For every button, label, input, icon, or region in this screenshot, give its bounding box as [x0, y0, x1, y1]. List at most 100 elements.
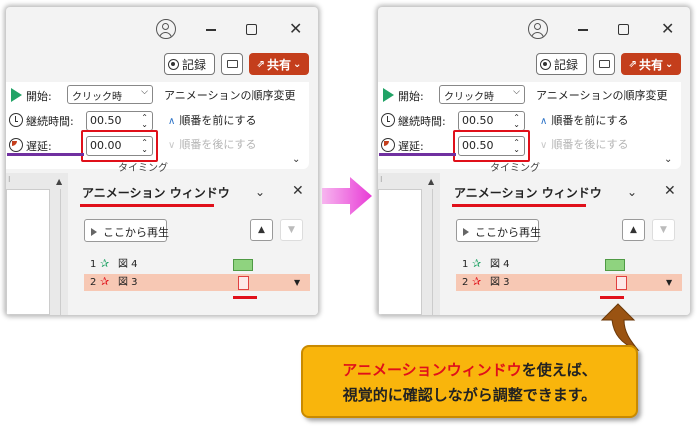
minimize-icon[interactable]: [206, 29, 216, 31]
close-icon[interactable]: ✕: [661, 21, 674, 37]
play-from-button[interactable]: ここから再生: [456, 219, 541, 242]
move-earlier-label: 順番を前にする: [179, 114, 257, 127]
scroll-up-icon[interactable]: ▲: [428, 177, 434, 186]
delay-label: 遅延:: [398, 140, 424, 153]
close-pane-icon[interactable]: ✕: [292, 183, 304, 199]
move-down-button[interactable]: ▼: [280, 219, 303, 241]
start-play-icon: [11, 88, 22, 102]
record-button[interactable]: 記録: [536, 53, 587, 75]
delay-underline: [379, 153, 456, 156]
chevron-down-icon[interactable]: ▼: [294, 274, 300, 291]
move-earlier-button[interactable]: ∧ 順番を前にする: [168, 112, 256, 128]
clock-icon: [9, 113, 23, 127]
share-dropdown-icon: ⌄: [293, 58, 302, 70]
command-row: 記録 ⇗ 共有 ⌄: [6, 53, 318, 81]
scroll-up-icon[interactable]: ▲: [56, 177, 62, 186]
title-bar: ✕: [6, 7, 318, 51]
item-object: 図 3: [490, 277, 510, 288]
minimize-icon[interactable]: [578, 29, 588, 31]
exit-effect-icon: ✰: [472, 275, 482, 288]
item-number: 1: [462, 259, 469, 270]
share-button[interactable]: ⇗ 共有 ⌄: [249, 53, 309, 75]
move-later-label: 順番を後にする: [551, 138, 629, 151]
chevron-down-icon: ⌵: [141, 87, 148, 97]
highlight-box: [81, 130, 158, 162]
timing-group-label: タイミング: [490, 163, 540, 174]
account-avatar-icon[interactable]: [156, 19, 176, 39]
duration-spinner[interactable]: 00.50 ⌃ ⌄: [458, 111, 525, 131]
animation-item[interactable]: 1 ✰ 図 4: [456, 256, 682, 273]
start-label: 開始:: [26, 90, 52, 103]
timing-ribbon: 開始: クリック時 ⌵ 継続時間: 00.50 ⌃ ⌄ 遅延: 00.50 ⌃ ⌄ アニメ…: [378, 82, 681, 174]
title-underline: [80, 204, 214, 207]
timeline-bar[interactable]: [238, 276, 249, 290]
duration-value: 00.50: [90, 114, 122, 127]
exit-effect-icon: ✰: [100, 275, 110, 288]
account-avatar-icon[interactable]: [528, 19, 548, 39]
arrow-up-icon: ∧: [168, 116, 176, 127]
ruler-marker: ⁝: [380, 175, 383, 184]
move-later-button[interactable]: ∨ 順番を後にする: [540, 136, 628, 152]
record-icon: [540, 58, 551, 70]
record-label: 記録: [182, 57, 207, 72]
spin-down-icon[interactable]: ⌄: [513, 121, 520, 129]
spin-down-icon[interactable]: ⌄: [141, 121, 148, 129]
record-button[interactable]: 記録: [164, 53, 215, 75]
slide-area: ⁝ ▲: [6, 173, 68, 315]
start-value: クリック時: [72, 92, 122, 103]
maximize-icon[interactable]: [246, 24, 257, 35]
duration-spinner[interactable]: 00.50 ⌃ ⌄: [86, 111, 153, 131]
callout-highlight: アニメーションウィンドウ: [342, 361, 522, 379]
collapse-ribbon-icon[interactable]: ⌄: [292, 154, 300, 165]
collapse-ribbon-icon[interactable]: ⌄: [664, 154, 672, 165]
slide-canvas[interactable]: [378, 189, 422, 315]
timeline-underline: [233, 296, 257, 299]
share-label: 共有: [638, 57, 663, 72]
move-later-button[interactable]: ∨ 順番を後にする: [168, 136, 256, 152]
timeline-bar[interactable]: [233, 259, 253, 271]
move-up-button[interactable]: ▲: [250, 219, 273, 241]
delay-label: 遅延:: [26, 140, 52, 153]
timeline-bar[interactable]: [605, 259, 625, 271]
comment-button[interactable]: [593, 53, 615, 75]
comment-button[interactable]: [221, 53, 243, 75]
animation-item[interactable]: 2 ✰ 図 3 ▼: [84, 274, 310, 291]
record-icon: [168, 58, 179, 70]
move-earlier-label: 順番を前にする: [551, 114, 629, 127]
move-down-button[interactable]: ▼: [652, 219, 675, 241]
animation-item[interactable]: 2 ✰ 図 3 ▼: [456, 274, 682, 291]
move-up-button[interactable]: ▲: [622, 219, 645, 241]
powerpoint-window-before: ✕ 記録 ⇗ 共有 ⌄ 開始: クリック時 ⌵ 継続時間: 00.50 ⌃ ⌄ 遅延: 0…: [6, 7, 318, 315]
close-icon[interactable]: ✕: [289, 21, 302, 37]
duration-label: 継続時間:: [26, 115, 74, 128]
command-row: 記録 ⇗ 共有 ⌄: [378, 53, 690, 81]
entrance-effect-icon: ✰: [472, 257, 482, 270]
slide-canvas[interactable]: [6, 189, 50, 315]
arrow-up-icon: ∧: [540, 116, 548, 127]
start-select[interactable]: クリック時 ⌵: [439, 85, 525, 104]
animation-item[interactable]: 1 ✰ 図 4: [84, 256, 310, 273]
explanation-callout: アニメーションウィンドウを使えば、 視覚的に確認しながら調整できます。: [301, 345, 638, 418]
timing-group-label: タイミング: [118, 163, 168, 174]
timeline-bar[interactable]: [616, 276, 627, 290]
comment-icon: [227, 60, 238, 68]
maximize-icon[interactable]: [618, 24, 629, 35]
share-button[interactable]: ⇗ 共有 ⌄: [621, 53, 681, 75]
arrow-down-icon: ∨: [540, 140, 548, 151]
chevron-down-icon: ⌵: [513, 87, 520, 97]
item-object: 図 4: [118, 259, 138, 270]
item-object: 図 3: [118, 277, 138, 288]
chevron-down-icon[interactable]: ⌄: [627, 185, 637, 199]
chevron-down-icon[interactable]: ⌄: [255, 185, 265, 199]
start-play-icon: [383, 88, 394, 102]
move-later-label: 順番を後にする: [179, 138, 257, 151]
chevron-down-icon[interactable]: ▼: [666, 274, 672, 291]
move-earlier-button[interactable]: ∧ 順番を前にする: [540, 112, 628, 128]
delay-underline: [7, 153, 84, 156]
play-from-label: ここから再生: [103, 226, 169, 239]
play-from-button[interactable]: ここから再生: [84, 219, 169, 242]
close-pane-icon[interactable]: ✕: [664, 183, 676, 199]
duration-label: 継続時間:: [398, 115, 446, 128]
animation-pane: アニメーション ウィンドウ ⌄ ✕ ここから再生 ▲ ▼ 1 ✰ 図 4 2 ✰…: [444, 173, 690, 315]
start-select[interactable]: クリック時 ⌵: [67, 85, 153, 104]
